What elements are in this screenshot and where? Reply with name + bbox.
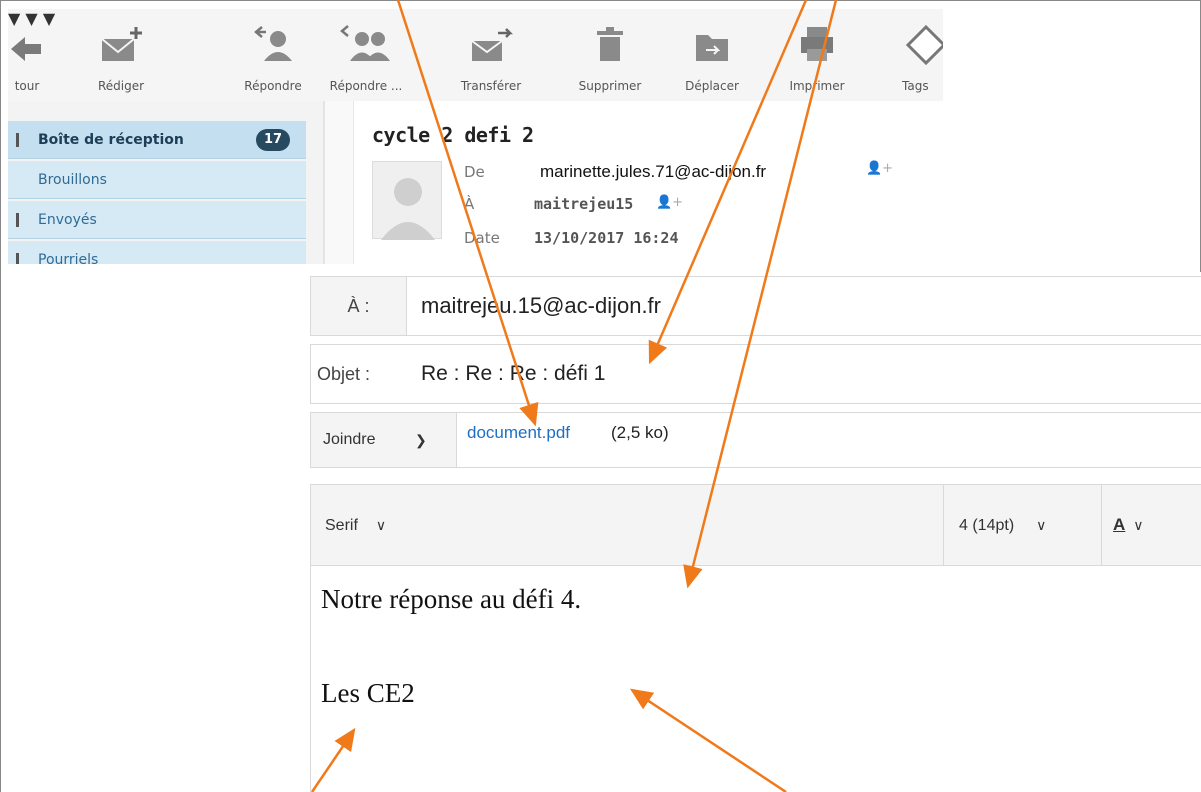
forward-label: Transférer xyxy=(460,79,522,93)
date-label: Date xyxy=(464,229,500,247)
attach-button-label: Joindre xyxy=(323,431,376,448)
folder-marker xyxy=(16,253,19,264)
toolbar-divider xyxy=(943,485,944,565)
arrow-left-icon xyxy=(11,37,41,61)
format-toolbar: Serif ∨ 4 (14pt) ∨ A ∨ xyxy=(310,484,1201,566)
folder-label: Boîte de réception xyxy=(38,132,184,148)
add-contact-icon[interactable]: 👤+ xyxy=(866,161,893,176)
chevron-down-icon: ❯ xyxy=(415,432,427,448)
tag-icon xyxy=(905,24,943,66)
sender-avatar xyxy=(372,161,442,240)
folder-drafts[interactable]: Brouillons xyxy=(8,161,306,199)
folder-spam[interactable]: Pourriels xyxy=(8,241,306,264)
to-address[interactable]: maitrejeu15 xyxy=(534,195,633,213)
folder-list: Boîte de réception 17 Brouillons Envoyés… xyxy=(8,121,313,264)
print-icon xyxy=(801,27,833,61)
reply-all-label: Répondre ... xyxy=(329,79,403,93)
subject-row: Objet : Re : Re : Re : défi 1 xyxy=(310,344,1201,404)
move-label: Déplacer xyxy=(685,79,739,93)
chevron-down-icon: ∨ xyxy=(1036,517,1047,533)
body-text-line: Les CE2 xyxy=(321,678,415,708)
to-label: À xyxy=(464,195,475,213)
font-size-select[interactable]: 4 (14pt) ∨ xyxy=(959,485,1046,566)
add-contact-icon[interactable]: 👤+ xyxy=(656,195,683,210)
print-label: Imprimer xyxy=(789,79,845,93)
attachment-size: (2,5 ko) xyxy=(611,423,669,442)
print-button[interactable]: Imprimer xyxy=(772,19,862,99)
folder-label: Brouillons xyxy=(38,172,107,188)
to-row: À : maitrejeu.15@ac-dijon.fr xyxy=(310,276,1201,336)
toolbar-divider xyxy=(1101,485,1102,565)
reply-icon xyxy=(254,26,292,61)
message-body-editor[interactable]: Notre réponse au défi 4. Les CE2 xyxy=(310,566,1201,792)
chevron-down-icon: ∨ xyxy=(1133,517,1144,533)
message-subject: cycle 2 defi 2 xyxy=(372,123,534,147)
user-silhouette-icon xyxy=(381,178,435,240)
forward-button[interactable]: Transférer xyxy=(452,19,530,99)
delete-label: Supprimer xyxy=(578,79,642,93)
folder-label: Pourriels xyxy=(38,252,99,264)
folder-label: Envoyés xyxy=(38,212,97,228)
reply-all-button[interactable]: Répondre ... xyxy=(324,19,408,99)
move-folder-icon xyxy=(696,35,728,61)
folder-inbox[interactable]: Boîte de réception 17 xyxy=(8,121,306,159)
text-color-icon: A xyxy=(1113,515,1126,534)
reply-button[interactable]: Répondre xyxy=(230,19,316,99)
subject-field-label: Objet : xyxy=(317,364,371,384)
webmail-screenshot: tour Rédiger Répondre Répondre ... ▼ Tra… xyxy=(8,9,943,264)
attachment-link[interactable]: document.pdf xyxy=(467,423,570,443)
trash-icon xyxy=(597,27,623,61)
font-family-value: Serif xyxy=(325,517,358,534)
back-button[interactable]: tour xyxy=(8,19,52,99)
forward-icon xyxy=(471,28,514,61)
chevron-down-icon: ∨ xyxy=(375,517,387,533)
reply-label: Répondre xyxy=(244,79,302,93)
attach-button[interactable]: Joindre ❯ xyxy=(311,413,457,467)
body-text-line: Notre réponse au défi 4. xyxy=(321,584,582,614)
text-color-button[interactable]: A ∨ xyxy=(1113,485,1144,565)
folder-sent[interactable]: Envoyés xyxy=(8,201,306,239)
back-label: tour xyxy=(14,79,40,93)
message-header-pane: cycle 2 defi 2 De marinette.jules.71@ac-… xyxy=(323,101,943,264)
reply-all-icon xyxy=(340,25,390,61)
unread-count-badge: 17 xyxy=(256,129,290,151)
to-field-input[interactable]: maitrejeu.15@ac-dijon.fr xyxy=(421,277,661,335)
from-address[interactable]: marinette.jules.71@ac-dijon.fr xyxy=(532,157,852,187)
delete-button[interactable]: Supprimer xyxy=(566,19,654,99)
message-header: cycle 2 defi 2 De marinette.jules.71@ac-… xyxy=(353,101,943,264)
from-label: De xyxy=(464,163,485,181)
toolbar: tour Rédiger Répondre Répondre ... ▼ Tra… xyxy=(8,9,943,101)
attachment-row: Joindre ❯ document.pdf (2,5 ko) xyxy=(310,412,1201,468)
subject-field-input[interactable]: Re : Re : Re : défi 1 xyxy=(421,345,605,403)
tags-button[interactable]: Tags xyxy=(896,19,943,99)
compose-button[interactable]: Rédiger xyxy=(86,19,156,99)
folder-marker xyxy=(16,213,19,227)
compose-label: Rédiger xyxy=(97,79,145,93)
date-value: 13/10/2017 16:24 xyxy=(534,229,679,247)
font-family-select[interactable]: Serif ∨ xyxy=(325,485,386,566)
folder-marker xyxy=(16,133,19,147)
to-field-label: À : xyxy=(311,277,407,335)
composer-screenshot: À : maitrejeu.15@ac-dijon.fr Objet : Re … xyxy=(310,272,1201,792)
font-size-value: 4 (14pt) xyxy=(959,517,1015,534)
compose-envelope-icon xyxy=(101,27,142,61)
move-button[interactable]: Déplacer xyxy=(670,19,754,99)
tags-label: Tags xyxy=(902,79,929,93)
